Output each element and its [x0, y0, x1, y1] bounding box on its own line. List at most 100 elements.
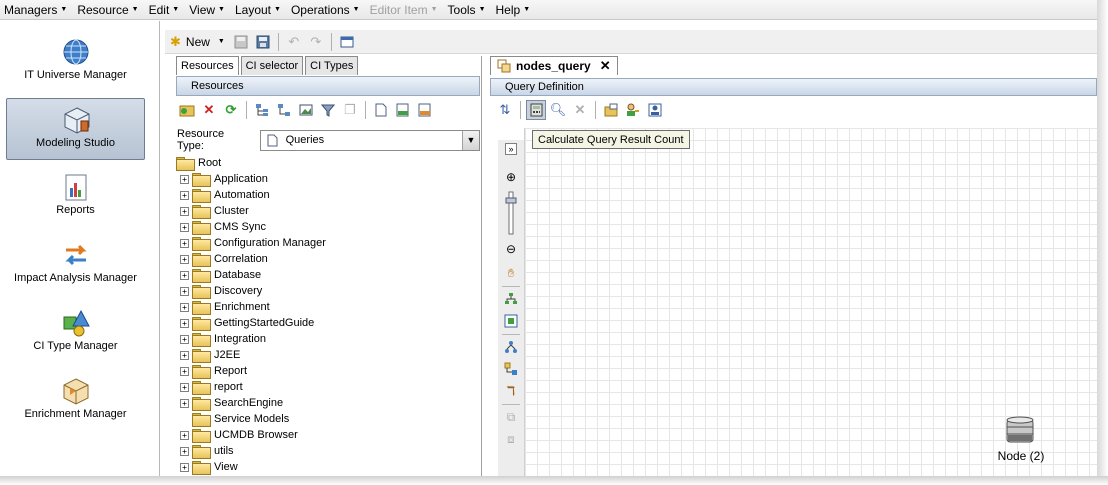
undo-button[interactable]: ↶	[284, 32, 304, 52]
tree-item[interactable]: + report	[180, 379, 243, 395]
layout-properties-button[interactable]	[501, 360, 521, 378]
expand-plus-icon[interactable]: +	[180, 430, 189, 440]
expand-plus-icon[interactable]: +	[180, 382, 189, 392]
menu-managers[interactable]: Managers ▼	[0, 0, 73, 20]
tree-item[interactable]: + GettingStartedGuide	[180, 315, 314, 331]
open-properties-button[interactable]	[601, 100, 621, 120]
menu-tools[interactable]: Tools ▼	[444, 0, 492, 20]
new-folder-button[interactable]	[177, 100, 197, 120]
tree-item[interactable]: + Integration	[180, 331, 266, 347]
tree-item[interactable]: + utils	[180, 443, 234, 459]
nav-reports[interactable]: Reports	[6, 166, 145, 228]
query-node[interactable]: Node (2)	[993, 414, 1049, 464]
tree-item[interactable]: + SearchEngine	[180, 395, 283, 411]
node-label: Node (2)	[997, 449, 1045, 463]
menu-help[interactable]: Help ▼	[492, 0, 537, 20]
close-icon[interactable]: ✕	[600, 58, 611, 74]
expand-tree-button[interactable]	[252, 100, 272, 120]
tree-item[interactable]: + Discovery	[180, 283, 262, 299]
expand-plus-icon[interactable]: +	[180, 302, 189, 312]
dropdown-arrow-icon[interactable]: ▼	[462, 130, 479, 150]
copy-button[interactable]: ❐	[340, 100, 360, 120]
zoom-slider[interactable]	[501, 190, 521, 236]
zoom-out-button[interactable]: ⊖	[501, 240, 521, 258]
expand-panel-button[interactable]: »	[501, 140, 521, 158]
import-xml-button[interactable]	[415, 100, 435, 120]
expand-plus-icon[interactable]: +	[180, 270, 189, 280]
tree-layout-button[interactable]	[501, 338, 521, 356]
expand-plus-icon[interactable]: +	[180, 334, 189, 344]
expand-plus-icon[interactable]: +	[180, 318, 189, 328]
tree-item[interactable]: + J2EE	[180, 347, 240, 363]
tree-item[interactable]: + Configuration Manager	[180, 235, 326, 251]
menu-label: Editor Item	[369, 2, 428, 17]
new-button[interactable]: ✱ New ▼	[166, 32, 229, 52]
menu-editor-item[interactable]: Editor Item ▼	[366, 0, 444, 20]
expand-plus-icon[interactable]: +	[180, 462, 189, 472]
sort-button[interactable]: ⇅	[495, 100, 515, 120]
tab-resources[interactable]: Resources	[176, 56, 239, 75]
tree-item[interactable]: + Cluster	[180, 203, 249, 219]
delete-button[interactable]: ✕	[199, 100, 219, 120]
calculate-count-button[interactable]	[526, 100, 546, 120]
tab-ci-selector[interactable]: CI selector	[240, 56, 304, 75]
expand-plus-icon[interactable]: +	[180, 174, 189, 184]
expand-plus-icon[interactable]: +	[180, 254, 189, 264]
tree-item[interactable]: + Report	[180, 363, 247, 379]
expand-plus-icon[interactable]: +	[180, 350, 189, 360]
menu-resource[interactable]: Resource ▼	[73, 0, 144, 20]
menu-edit[interactable]: Edit ▼	[145, 0, 186, 20]
delete-node-button[interactable]: ✕	[570, 100, 590, 120]
expand-plus-icon[interactable]: +	[180, 446, 189, 456]
tree-item[interactable]: + Application	[180, 171, 268, 187]
expand-plus-icon[interactable]: +	[180, 238, 189, 248]
collapse-tree-button[interactable]	[274, 100, 294, 120]
redo-icon: ↷	[310, 33, 322, 49]
redo-button[interactable]: ↷	[306, 32, 326, 52]
expand-plus-icon[interactable]: +	[180, 222, 189, 232]
group-button[interactable]: ⧉	[501, 408, 521, 426]
pan-button[interactable]: ✋︎	[501, 264, 521, 282]
user-profile-button[interactable]	[645, 100, 665, 120]
tree-item[interactable]: + Automation	[180, 187, 270, 203]
expand-plus-icon[interactable]: +	[180, 286, 189, 296]
expand-plus-icon[interactable]: +	[180, 366, 189, 376]
tab-ci-types[interactable]: CI Types	[305, 56, 359, 75]
nav-modeling-studio[interactable]: Modeling Studio	[6, 98, 145, 160]
save-button[interactable]	[231, 32, 251, 52]
ungroup-button[interactable]: ⧈	[501, 430, 521, 448]
hierarchical-layout-button[interactable]	[501, 290, 521, 308]
menu-operations[interactable]: Operations ▼	[287, 0, 366, 20]
properties-button[interactable]	[371, 100, 391, 120]
tab-nodes-query[interactable]: nodes_query ✕	[490, 56, 618, 75]
nav-impact-analysis-manager[interactable]: Impact Analysis Manager	[6, 234, 145, 296]
tree-root[interactable]: Root	[176, 155, 221, 171]
preview-query-button[interactable]: 🔍︎	[548, 100, 568, 120]
layout-settings-button[interactable]: ℸ	[501, 382, 521, 400]
refresh-button[interactable]: ⟳	[221, 100, 241, 120]
preview-button[interactable]	[296, 100, 316, 120]
expand-plus-icon[interactable]: +	[180, 398, 189, 408]
resource-type-select[interactable]: Queries ▼	[259, 129, 480, 151]
tree-item[interactable]: + Enrichment	[180, 299, 270, 315]
save-as-button[interactable]	[253, 32, 273, 52]
tree-item[interactable]: + View	[180, 459, 238, 475]
nav-ci-type-manager[interactable]: CI Type Manager	[6, 302, 145, 364]
fit-to-window-button[interactable]	[501, 312, 521, 330]
nav-enrichment-manager[interactable]: Enrichment Manager	[6, 370, 145, 432]
expand-plus-icon[interactable]: +	[180, 190, 189, 200]
user-permissions-button[interactable]	[623, 100, 643, 120]
filter-button[interactable]	[318, 100, 338, 120]
nav-it-universe-manager[interactable]: IT Universe Manager	[6, 31, 145, 93]
export-xml-button[interactable]	[393, 100, 413, 120]
tree-item[interactable]: + UCMDB Browser	[180, 427, 298, 443]
menu-layout[interactable]: Layout ▼	[231, 0, 287, 20]
expand-plus-icon[interactable]: +	[180, 206, 189, 216]
tree-item[interactable]: + Correlation	[180, 251, 268, 267]
window-button[interactable]	[337, 32, 357, 52]
menu-view[interactable]: View ▼	[185, 0, 231, 20]
tree-item[interactable]: Service Models	[192, 411, 289, 427]
tree-item[interactable]: + CMS Sync	[180, 219, 266, 235]
tree-item[interactable]: + Database	[180, 267, 261, 283]
zoom-in-button[interactable]: ⊕	[501, 168, 521, 186]
